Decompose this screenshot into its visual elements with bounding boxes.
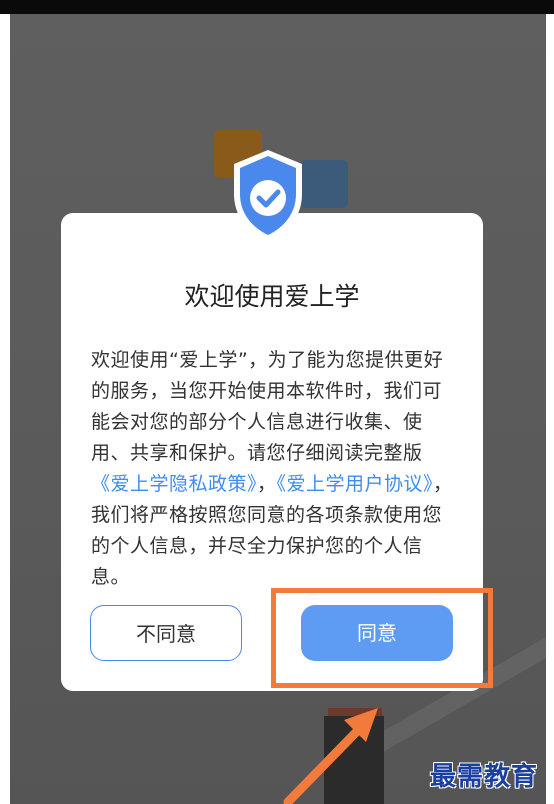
dialog-body: 欢迎使用“爱上学”，为了能为您提供更好的服务，当您开始使用本软件时，我们可能会对… [91, 345, 461, 593]
body-separator: ， [257, 473, 277, 495]
watermark-logo: 最需教育 [430, 762, 539, 792]
status-bar [0, 0, 554, 14]
privacy-policy-link[interactable]: 《爱上学隐私政策》 [91, 473, 257, 495]
arrow-pointer-icon [283, 708, 378, 804]
disagree-button[interactable]: 不同意 [90, 605, 242, 661]
shield-check-icon [234, 150, 302, 242]
dialog-title: 欢迎使用爱上学 [184, 282, 360, 311]
user-agreement-link[interactable]: 《爱上学用户协议》 [277, 473, 434, 495]
agree-button-highlight [271, 588, 493, 688]
body-text: 欢迎使用“爱上学”，为了能为您提供更好的服务，当您开始使用本软件时，我们可能会对… [91, 349, 444, 464]
